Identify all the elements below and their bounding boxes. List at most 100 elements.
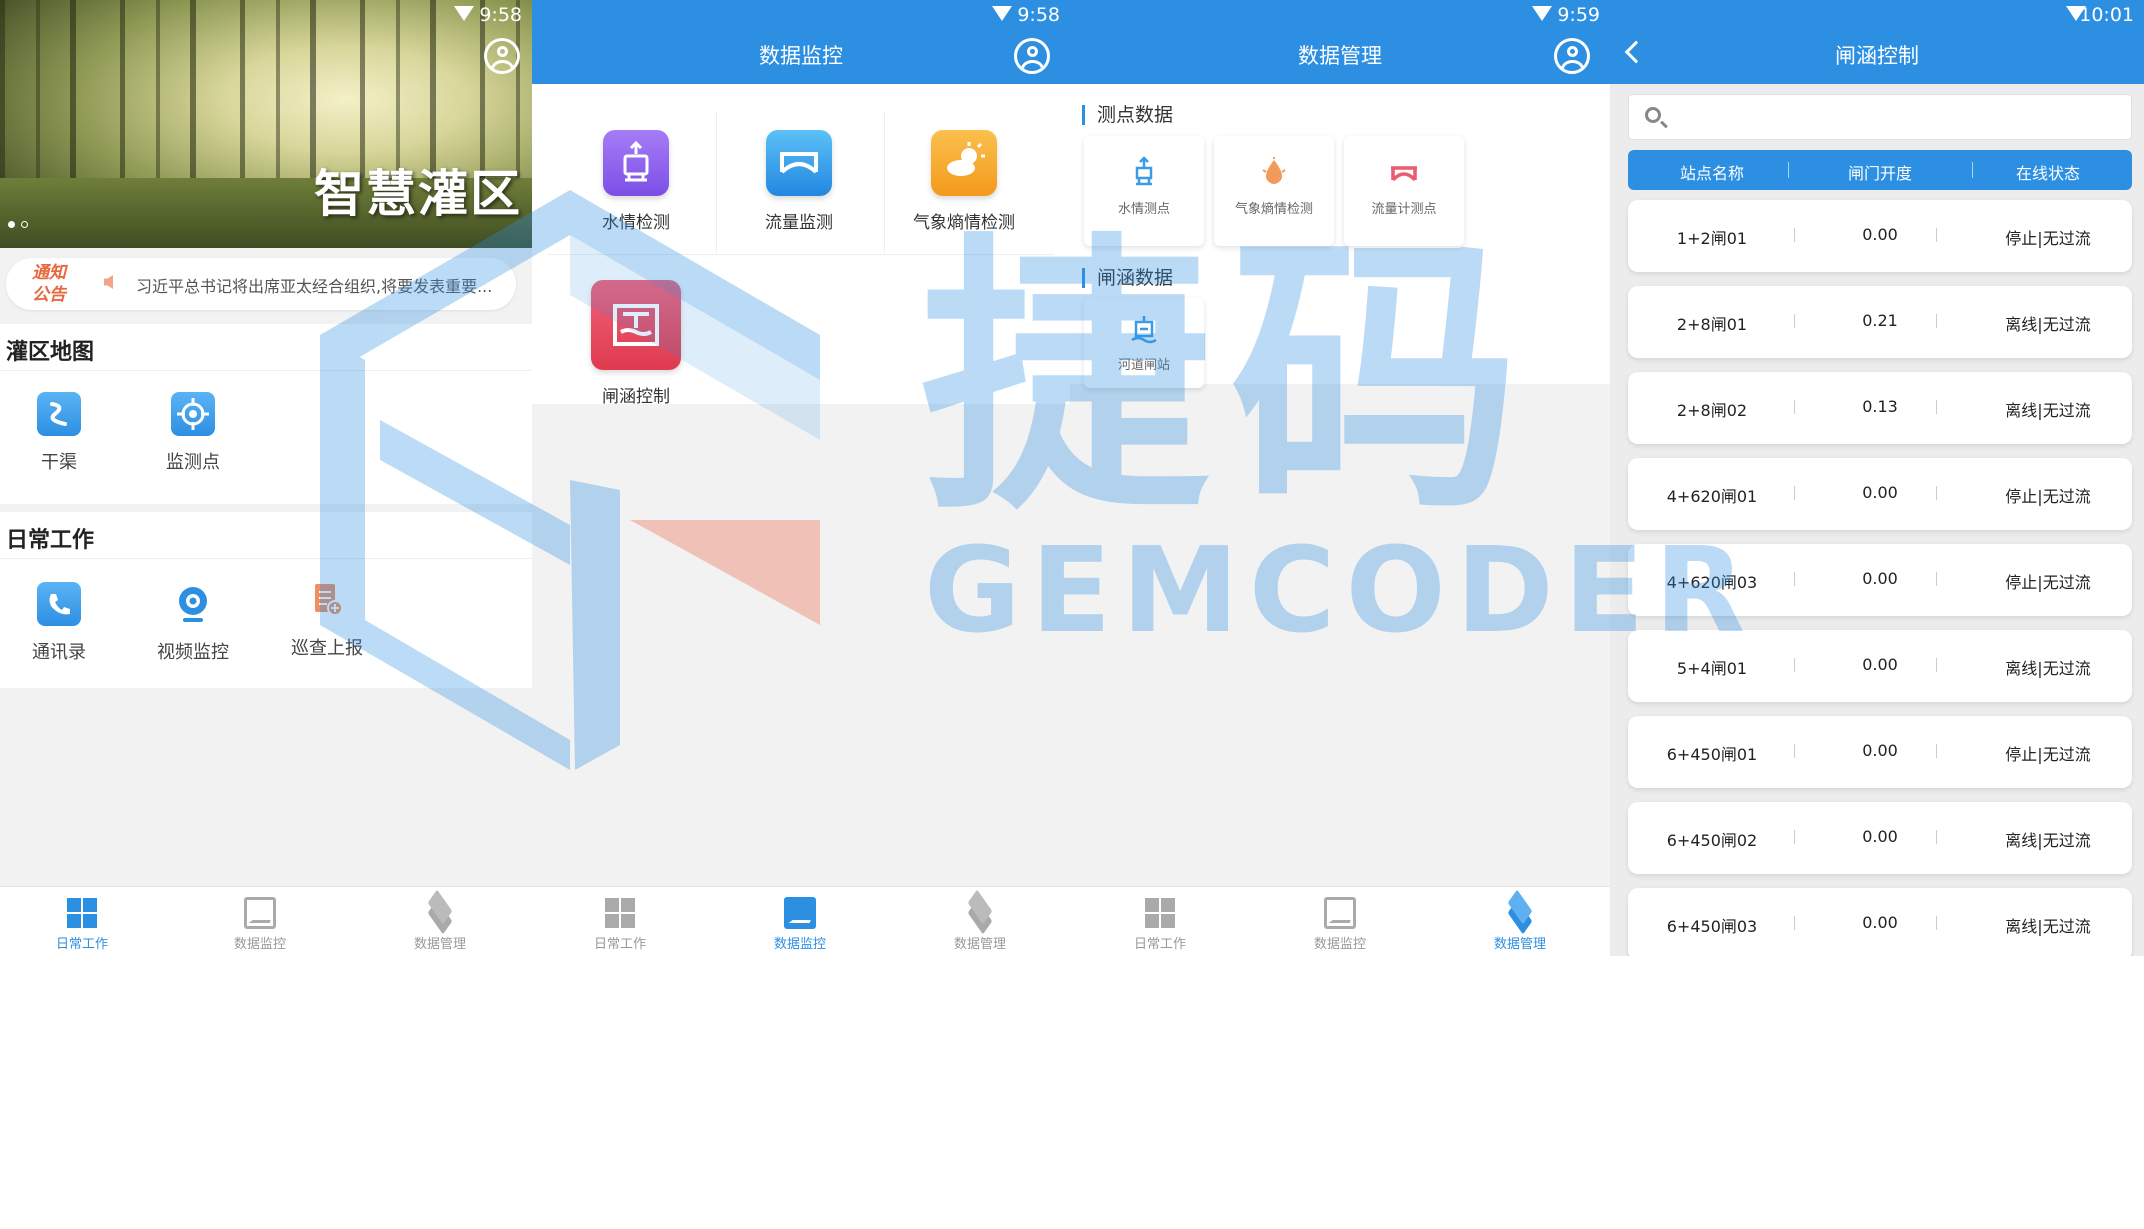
section-title: 灌区地图 xyxy=(6,340,95,365)
cell-online-status: 停止|无过流 xyxy=(2005,229,2091,248)
bridge-icon xyxy=(1387,156,1421,190)
table-row[interactable]: 2+8闸01 0.21 离线|无过流 xyxy=(1628,286,2132,358)
notice-bar[interactable]: 通知 公告 习近平总书记将出席亚太经合组织,将要发表重要... xyxy=(6,258,516,310)
cell-gate-opening: 0.00 xyxy=(1862,569,1898,588)
tab-daily-work[interactable]: 日常工作 xyxy=(22,897,142,952)
table-row[interactable]: 1+2闸01 0.00 停止|无过流 xyxy=(1628,200,2132,272)
cell-station-name: 2+8闸01 xyxy=(1676,315,1748,334)
grid-item-canal[interactable]: 干渠 xyxy=(4,392,114,474)
monitor-item-flow[interactable]: 流量监测 xyxy=(719,130,879,233)
grid-icon xyxy=(604,897,636,929)
search-icon xyxy=(1645,107,1661,123)
cell-online-status: 离线|无过流 xyxy=(2005,831,2091,850)
column-header: 站点名称 xyxy=(1679,164,1744,183)
monitor-item-water[interactable]: 水情检测 xyxy=(556,130,716,233)
water-level-icon xyxy=(603,130,669,196)
status-bar: 10:01 xyxy=(1610,0,2144,28)
cell-station-name: 1+2闸01 xyxy=(1676,229,1748,248)
carousel-dot[interactable] xyxy=(21,221,28,228)
tab-label: 数据管理 xyxy=(413,937,466,952)
table-row[interactable]: 6+450闸03 0.00 离线|无过流 xyxy=(1628,888,2132,956)
notice-badge-line1: 通知 xyxy=(32,263,66,283)
section-title: 闸涵数据 xyxy=(1082,268,1173,288)
card-water-point[interactable]: 水情测点 xyxy=(1084,136,1204,246)
monitor-item-label: 水情检测 xyxy=(602,213,670,233)
table-row[interactable]: 6+450闸02 0.00 离线|无过流 xyxy=(1628,802,2132,874)
notice-badge-line2: 公告 xyxy=(32,285,66,305)
screen-sluice-control: 10:01 闸涵控制 站点名称 闸门开度 在线状态 1+2闸01 0.00 停止|无… xyxy=(1610,0,2144,956)
tab-daily-work[interactable]: 日常工作 xyxy=(1100,897,1220,952)
grid-item-monitor-point[interactable]: 监测点 xyxy=(138,392,248,474)
cell-gate-opening: 0.00 xyxy=(1862,741,1898,760)
banner-carousel[interactable]: 智慧灌区 xyxy=(0,0,532,248)
grid-icon xyxy=(1144,897,1176,929)
grid-icon xyxy=(66,897,98,929)
table-row[interactable]: 5+4闸01 0.00 离线|无过流 xyxy=(1628,630,2132,702)
monitor-item-weather[interactable]: 气象熵情检测 xyxy=(884,130,1044,233)
carousel-dot[interactable] xyxy=(8,221,15,228)
management-content: 测点数据 水情测点 气象熵情检测 流量计测点 闸涵数据 河道闸站 xyxy=(1070,84,1610,388)
tab-label: 数据监控 xyxy=(1313,937,1366,952)
card-gate-station[interactable]: 河道闸站 xyxy=(1084,298,1204,388)
cell-station-name: 6+450闸01 xyxy=(1666,745,1758,764)
cell-online-status: 离线|无过流 xyxy=(2005,401,2091,420)
card-weather[interactable]: 气象熵情检测 xyxy=(1214,136,1334,246)
monitor-icon xyxy=(244,897,276,929)
tab-data-monitor[interactable]: 数据监控 xyxy=(200,897,320,952)
user-icon[interactable] xyxy=(1014,38,1050,74)
cell-gate-opening: 0.00 xyxy=(1862,913,1898,932)
tab-data-management[interactable]: 数据管理 xyxy=(1460,889,1580,952)
tab-data-monitor[interactable]: 数据监控 xyxy=(1280,897,1400,952)
cell-online-status: 停止|无过流 xyxy=(2005,573,2091,592)
screen-daily-work: 智慧灌区 9:58 通知 公告 习近平总书记将出席亚太经合组织,将要发表重要..… xyxy=(0,0,532,956)
camera-icon xyxy=(171,582,215,626)
card-flowmeter[interactable]: 流量计测点 xyxy=(1344,136,1464,246)
cell-gate-opening: 0.00 xyxy=(1862,655,1898,674)
drop-icon xyxy=(1257,156,1291,190)
tab-daily-work[interactable]: 日常工作 xyxy=(560,897,680,952)
grid-item-video[interactable]: 视频监控 xyxy=(138,582,248,664)
table-row[interactable]: 4+620闸01 0.00 停止|无过流 xyxy=(1628,458,2132,530)
status-time: 9:58 xyxy=(1017,4,1060,26)
screen-data-monitor: 9:58 数据监控 水情检测 流量监测 气象熵情检测 闸涵控制 日常工作 数据监… xyxy=(532,0,1070,956)
cell-station-name: 5+4闸01 xyxy=(1676,659,1748,678)
cell-gate-opening: 0.00 xyxy=(1862,483,1898,502)
table-row[interactable]: 6+450闸01 0.00 停止|无过流 xyxy=(1628,716,2132,788)
monitor-icon xyxy=(784,897,816,929)
card-label: 水情测点 xyxy=(1117,202,1170,217)
tab-data-management[interactable]: 数据管理 xyxy=(920,889,1040,952)
target-icon xyxy=(171,392,215,436)
grid-item-label: 干渠 xyxy=(41,452,77,473)
monitor-item-sluice[interactable]: 闸涵控制 xyxy=(556,280,716,407)
tab-label: 数据管理 xyxy=(1493,937,1546,952)
user-icon[interactable] xyxy=(1554,38,1590,74)
cell-station-name: 4+620闸03 xyxy=(1666,573,1758,592)
sluice-icon xyxy=(591,280,681,370)
wifi-icon xyxy=(454,6,474,21)
grid-item-report[interactable]: 巡查上报 xyxy=(272,578,382,660)
tab-label: 日常工作 xyxy=(593,937,646,952)
cell-gate-opening: 0.21 xyxy=(1862,311,1898,330)
speaker-icon xyxy=(104,275,113,289)
section-title: 测点数据 xyxy=(1082,105,1173,125)
cell-online-status: 离线|无过流 xyxy=(2005,315,2091,334)
tab-data-monitor[interactable]: 数据监控 xyxy=(740,897,860,952)
water-level-icon xyxy=(1127,156,1161,190)
tab-bar: 日常工作 数据监控 数据管理 xyxy=(532,886,1070,956)
monitor-item-label: 流量监测 xyxy=(765,213,833,233)
user-icon[interactable] xyxy=(484,38,520,74)
table-row[interactable]: 2+8闸02 0.13 离线|无过流 xyxy=(1628,372,2132,444)
layers-icon xyxy=(1504,889,1536,935)
work-section: 日常工作 通讯录 视频监控 巡查上报 xyxy=(0,512,532,688)
report-icon xyxy=(305,578,349,622)
tab-bar: 日常工作 数据监控 数据管理 xyxy=(1070,886,1610,956)
card-label: 河道闸站 xyxy=(1117,358,1170,373)
grid-item-contacts[interactable]: 通讯录 xyxy=(4,582,114,664)
tab-data-management[interactable]: 数据管理 xyxy=(380,889,500,952)
contacts-icon xyxy=(37,582,81,626)
carousel-dots[interactable] xyxy=(8,213,34,232)
column-header: 在线状态 xyxy=(2015,164,2080,183)
search-input[interactable] xyxy=(1628,94,2132,140)
cell-online-status: 离线|无过流 xyxy=(2005,659,2091,678)
table-row[interactable]: 4+620闸03 0.00 停止|无过流 xyxy=(1628,544,2132,616)
